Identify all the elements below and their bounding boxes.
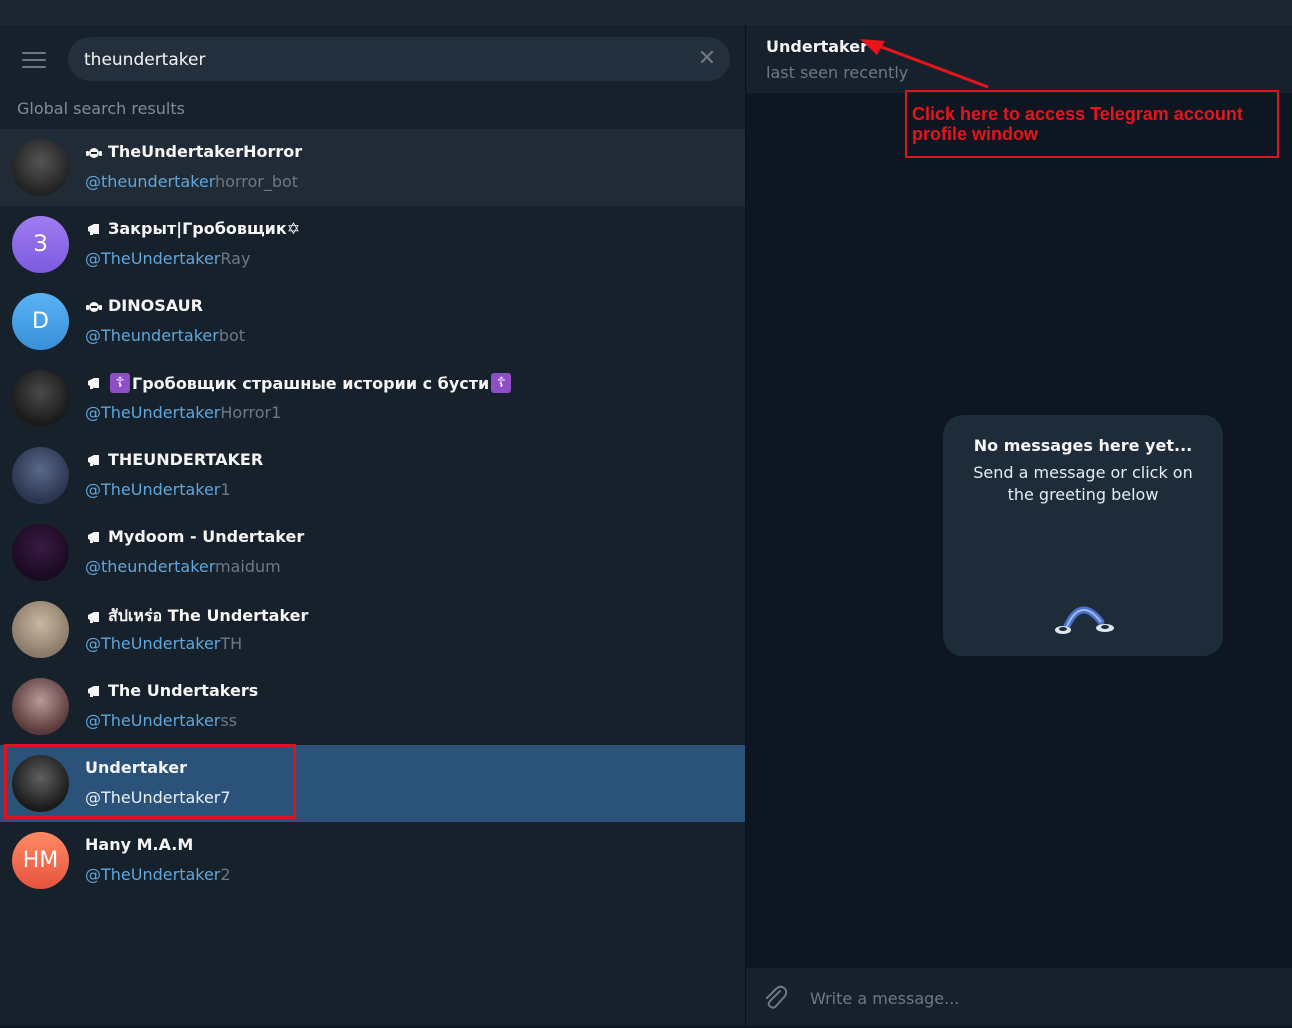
avatar [12, 524, 69, 581]
orthodox-cross-icon: ☦ [110, 373, 130, 393]
empty-chat-card: No messages here yet... Send a message o… [943, 415, 1223, 656]
list-item-name: THEUNDERTAKER [108, 450, 264, 469]
search-results-list: TheUndertakerHorror @theundertakerhorror… [0, 129, 745, 899]
avatar [12, 678, 69, 735]
megaphone-icon [88, 223, 99, 235]
annotation-callout: Click here to access Telegram account pr… [905, 90, 1279, 158]
avatar: HM [12, 832, 69, 889]
list-item-title: Mydoom - Undertaker [85, 527, 304, 546]
search-box: ✕ [68, 37, 730, 83]
list-item-title: Закрыт|Гробовщик✡ [85, 219, 300, 238]
window-title-bar [0, 0, 1292, 25]
empty-chat-title: No messages here yet... [973, 436, 1193, 455]
list-item-name: สัปเหร่อ The Undertaker [108, 606, 309, 625]
list-item-handle: @TheUndertaker1 [85, 480, 231, 499]
paperclip-icon[interactable] [762, 983, 788, 1011]
list-item-name: Undertaker [85, 758, 187, 777]
list-item-name: Гробовщик страшные истории с бусти [132, 373, 490, 393]
megaphone-icon [88, 378, 99, 389]
list-item-name: Mydoom - Undertaker [108, 527, 305, 546]
avatar: З [12, 216, 69, 273]
bot-icon [86, 301, 102, 312]
list-item-handle: @TheUndertakerRay [85, 249, 251, 268]
chat-header[interactable]: Undertaker last seen recently [746, 25, 1292, 93]
list-item[interactable]: HM Hany M.A.M @TheUndertaker2 [0, 822, 745, 899]
list-item-name: DINOSAUR [108, 296, 203, 315]
annotation-text: Click here to access Telegram account pr… [912, 104, 1243, 144]
list-item[interactable]: D DINOSAUR @Theundertakerbot [0, 283, 745, 360]
chat-title[interactable]: Undertaker [766, 37, 868, 56]
list-item-handle: @theundertakermaidum [85, 557, 281, 576]
list-item[interactable]: З Закрыт|Гробовщик✡ @TheUndertakerRay [0, 206, 745, 283]
list-item-handle: @TheUndertakerTH [85, 634, 243, 653]
list-item-title: DINOSAUR [85, 296, 203, 315]
list-item-handle: @TheUndertakerHorror1 [85, 403, 282, 422]
list-item-title: Hany M.A.M [85, 835, 193, 854]
search-input[interactable] [82, 37, 686, 83]
message-composer [746, 968, 1292, 1028]
list-item[interactable]: TheUndertakerHorror @theundertakerhorror… [0, 129, 745, 206]
list-item-title: The Undertakers [85, 681, 258, 700]
list-item-handle: @TheUndertaker7 [85, 788, 231, 807]
list-item-name: TheUndertakerHorror [108, 142, 303, 161]
list-item-handle: @TheUndertaker2 [85, 865, 231, 884]
list-item-handle: @Theundertakerbot [85, 326, 246, 345]
megaphone-icon [88, 685, 99, 697]
list-item-title: Undertaker [85, 758, 187, 777]
chat-panel: Undertaker last seen recently No message… [746, 25, 1292, 1028]
bot-icon [86, 147, 102, 158]
chat-status: last seen recently [766, 63, 909, 82]
list-item-title: TheUndertakerHorror [85, 142, 302, 161]
list-item-title: สัปเหร่อ The Undertaker [85, 604, 308, 629]
search-header: ✕ [0, 25, 745, 93]
megaphone-icon [88, 531, 99, 543]
list-item-title: ☦ Гробовщик страшные истории с бусти ☦ [85, 373, 513, 393]
list-item-name: The Undertakers [108, 681, 259, 700]
megaphone-icon [88, 611, 99, 623]
list-item-handle: @theundertakerhorror_bot [85, 172, 299, 191]
close-icon[interactable]: ✕ [696, 48, 718, 70]
megaphone-icon [88, 454, 99, 466]
greeting-sticker-icon[interactable] [1051, 600, 1121, 640]
menu-icon[interactable] [22, 52, 46, 68]
list-item[interactable]: Mydoom - Undertaker @theundertakermaidum [0, 514, 745, 591]
list-item[interactable]: The Undertakers @TheUndertakerss [0, 668, 745, 745]
avatar [12, 447, 69, 504]
list-item-name: Hany M.A.M [85, 835, 194, 854]
section-label: Global search results [17, 99, 185, 118]
list-item[interactable]: THEUNDERTAKER @TheUndertaker1 [0, 437, 745, 514]
list-item-selected[interactable]: Undertaker @TheUndertaker7 [0, 745, 745, 822]
avatar [12, 601, 69, 658]
chat-list-panel: ✕ Global search results TheUndertakerHor… [0, 25, 745, 1026]
list-item[interactable]: ☦ Гробовщик страшные истории с бусти ☦ @… [0, 360, 745, 437]
avatar [12, 139, 69, 196]
list-item[interactable]: สัปเหร่อ The Undertaker @TheUndertakerTH [0, 591, 745, 668]
avatar [12, 370, 69, 427]
empty-chat-text: Send a message or click on the greeting … [973, 463, 1193, 504]
list-item-title: THEUNDERTAKER [85, 450, 263, 469]
avatar [12, 755, 69, 812]
message-input[interactable] [808, 968, 1272, 1028]
list-item-handle: @TheUndertakerss [85, 711, 238, 730]
orthodox-cross-icon: ☦ [491, 373, 512, 393]
avatar: D [12, 293, 69, 350]
list-item-name: Закрыт|Гробовщик✡ [108, 219, 301, 238]
